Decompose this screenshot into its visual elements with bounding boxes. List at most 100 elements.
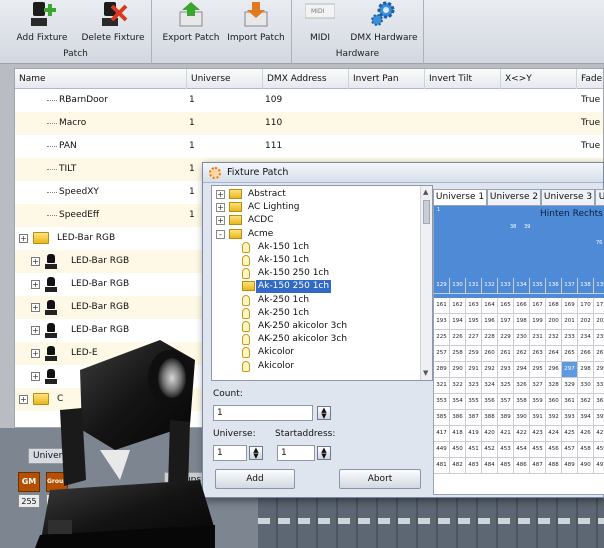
tree-item[interactable]: Akicolor — [256, 346, 296, 359]
dmx-channel-cell[interactable]: 265 — [562, 346, 578, 362]
tree-item[interactable]: AK-250 akicolor 3ch — [256, 333, 349, 346]
dmx-channel-cell[interactable]: 129 — [434, 278, 450, 294]
col-x-y-swap[interactable]: X<>Y — [501, 69, 577, 89]
tree-item[interactable]: Acme — [246, 228, 275, 241]
tree-item[interactable]: ACDC — [246, 214, 276, 227]
dmx-channel-cell[interactable]: 296 — [546, 362, 562, 378]
dmx-channel-cell[interactable]: 166 — [514, 298, 530, 314]
dmx-channel-cell[interactable]: 481 — [434, 458, 450, 474]
universe-spinner[interactable]: ▲ ▼ — [249, 446, 263, 460]
dmx-channel-cell[interactable]: 426 — [578, 426, 594, 442]
dmx-channel-cell[interactable]: 330 — [578, 378, 594, 394]
dmx-channel-cell[interactable]: 489 — [562, 458, 578, 474]
dmx-channel-cell[interactable]: 453 — [498, 442, 514, 458]
dmx-channel-cell[interactable]: 292 — [482, 362, 498, 378]
dmx-channel-cell[interactable]: 459 — [594, 442, 604, 458]
dmx-channel-cell[interactable]: 424 — [546, 426, 562, 442]
dmx-channel-cell[interactable]: 198 — [514, 314, 530, 330]
dmx-channel-cell[interactable]: 355 — [466, 394, 482, 410]
dmx-channel-cell[interactable]: 259 — [466, 346, 482, 362]
dmx-channel-cell[interactable]: 325 — [498, 378, 514, 394]
dmx-channel-cell[interactable]: 232 — [546, 330, 562, 346]
dmx-channel-cell[interactable]: 324 — [482, 378, 498, 394]
dmx-channel-cell[interactable]: 289 — [434, 362, 450, 378]
dmx-channel-cell[interactable]: 202 — [578, 314, 594, 330]
dmx-channel-cell[interactable]: 293 — [498, 362, 514, 378]
dmx-channel-cell[interactable]: 203 — [594, 314, 604, 330]
dmx-channel-cell[interactable]: 427 — [594, 426, 604, 442]
dmx-channel-cell[interactable]: 417 — [434, 426, 450, 442]
dmx-channel-cell[interactable]: 425 — [562, 426, 578, 442]
expand-icon[interactable]: + — [216, 216, 225, 226]
dmx-channel-cell[interactable]: 163 — [466, 298, 482, 314]
dmx-channel-cell[interactable]: 266 — [578, 346, 594, 362]
dmx-channel-cell[interactable]: 135 — [530, 278, 546, 294]
dmx-channel-cell[interactable]: 328 — [546, 378, 562, 394]
dmx-channel-cell[interactable]: 457 — [562, 442, 578, 458]
dmx-channel-cell[interactable]: 138 — [578, 278, 594, 294]
dmx-channel-cell[interactable]: 361 — [562, 394, 578, 410]
dmx-channel-cell[interactable]: 228 — [482, 330, 498, 346]
dmx-channel-grid[interactable]: 1 38 39 76 Hinten Rechts LED-Bar RGB 129… — [433, 205, 604, 495]
expand-toggle-icon[interactable]: + — [31, 303, 40, 312]
dmx-channel-cell[interactable]: 394 — [578, 410, 594, 426]
tab-universe-4[interactable]: U — [595, 189, 604, 205]
dmx-channel-cell[interactable]: 193 — [434, 314, 450, 330]
col-invert-tilt[interactable]: Invert Tilt — [425, 69, 501, 89]
dmx-channel-cell[interactable]: 131 — [466, 278, 482, 294]
add-fixture-button[interactable]: Add Fixture — [12, 0, 72, 48]
dmx-channel-cell[interactable]: 137 — [562, 278, 578, 294]
dmx-channel-cell[interactable]: 391 — [530, 410, 546, 426]
expand-icon[interactable]: + — [216, 190, 225, 199]
col-fade[interactable]: Fade — [577, 69, 603, 89]
expand-icon[interactable]: + — [216, 203, 225, 213]
dmx-channel-cell[interactable]: 359 — [530, 394, 546, 410]
dmx-channel-cell[interactable]: 490 — [578, 458, 594, 474]
table-row[interactable]: PAN 1 111 True — [15, 135, 603, 158]
dmx-channel-cell[interactable]: 197 — [498, 314, 514, 330]
dmx-channel-cell[interactable]: 486 — [514, 458, 530, 474]
dmx-channel-cell[interactable]: 295 — [530, 362, 546, 378]
fader-bank[interactable] — [258, 496, 604, 548]
dmx-channel-cell[interactable]: 233 — [562, 330, 578, 346]
dmx-channel-cell[interactable]: 420 — [482, 426, 498, 442]
dmx-channel-cell[interactable]: 235 — [594, 330, 604, 346]
dmx-channel-cell[interactable]: 196 — [482, 314, 498, 330]
dmx-channel-cell[interactable]: 225 — [434, 330, 450, 346]
dmx-channel-cell[interactable]: 262 — [514, 346, 530, 362]
dmx-channel-cell[interactable]: 491 — [594, 458, 604, 474]
tree-item[interactable]: Ak-150 250 1ch — [256, 267, 331, 280]
dmx-channel-cell[interactable]: 363 — [594, 394, 604, 410]
tree-item[interactable]: AK-250 akicolor 3ch — [256, 320, 349, 333]
dmx-channel-cell[interactable]: 331 — [594, 378, 604, 394]
dmx-channel-cell[interactable]: 200 — [546, 314, 562, 330]
abort-button[interactable]: Abort — [339, 469, 421, 489]
count-spinner[interactable]: ▲ ▼ — [317, 406, 331, 420]
dmx-channel-cell[interactable]: 162 — [450, 298, 466, 314]
tree-item[interactable]: AC Lighting — [246, 201, 302, 214]
dmx-channel-cell[interactable]: 291 — [466, 362, 482, 378]
dmx-channel-cell[interactable]: 418 — [450, 426, 466, 442]
dmx-channel-cell[interactable]: 389 — [498, 410, 514, 426]
export-patch-button[interactable]: Export Patch — [158, 0, 224, 48]
dmx-channel-cell[interactable]: 258 — [450, 346, 466, 362]
dmx-channel-cell[interactable]: 261 — [498, 346, 514, 362]
tree-item[interactable]: Ak-150 1ch — [256, 241, 311, 254]
dmx-channel-cell[interactable]: 323 — [466, 378, 482, 394]
dmx-channel-cell[interactable]: 199 — [530, 314, 546, 330]
dialog-titlebar[interactable]: Fixture Patch — [203, 163, 603, 183]
dmx-channel-cell[interactable]: 257 — [434, 346, 450, 362]
dmx-channel-cell[interactable]: 230 — [514, 330, 530, 346]
patched-block-hinten-rechts[interactable]: 1 38 39 76 Hinten Rechts — [434, 206, 604, 286]
col-universe[interactable]: Universe — [187, 69, 263, 89]
dmx-channel-cell[interactable]: 390 — [514, 410, 530, 426]
dmx-channel-cell[interactable]: 450 — [450, 442, 466, 458]
dmx-channel-cell[interactable]: 171 — [594, 298, 604, 314]
tab-universe-1[interactable]: Universe 1 — [433, 189, 487, 206]
dmx-channel-cell[interactable]: 194 — [450, 314, 466, 330]
dmx-channel-cell[interactable]: 263 — [530, 346, 546, 362]
col-dmx-address[interactable]: DMX Address — [263, 69, 349, 89]
dmx-channel-cell[interactable]: 169 — [562, 298, 578, 314]
dmx-channel-cell[interactable]: 353 — [434, 394, 450, 410]
dmx-channel-cell[interactable]: 327 — [530, 378, 546, 394]
